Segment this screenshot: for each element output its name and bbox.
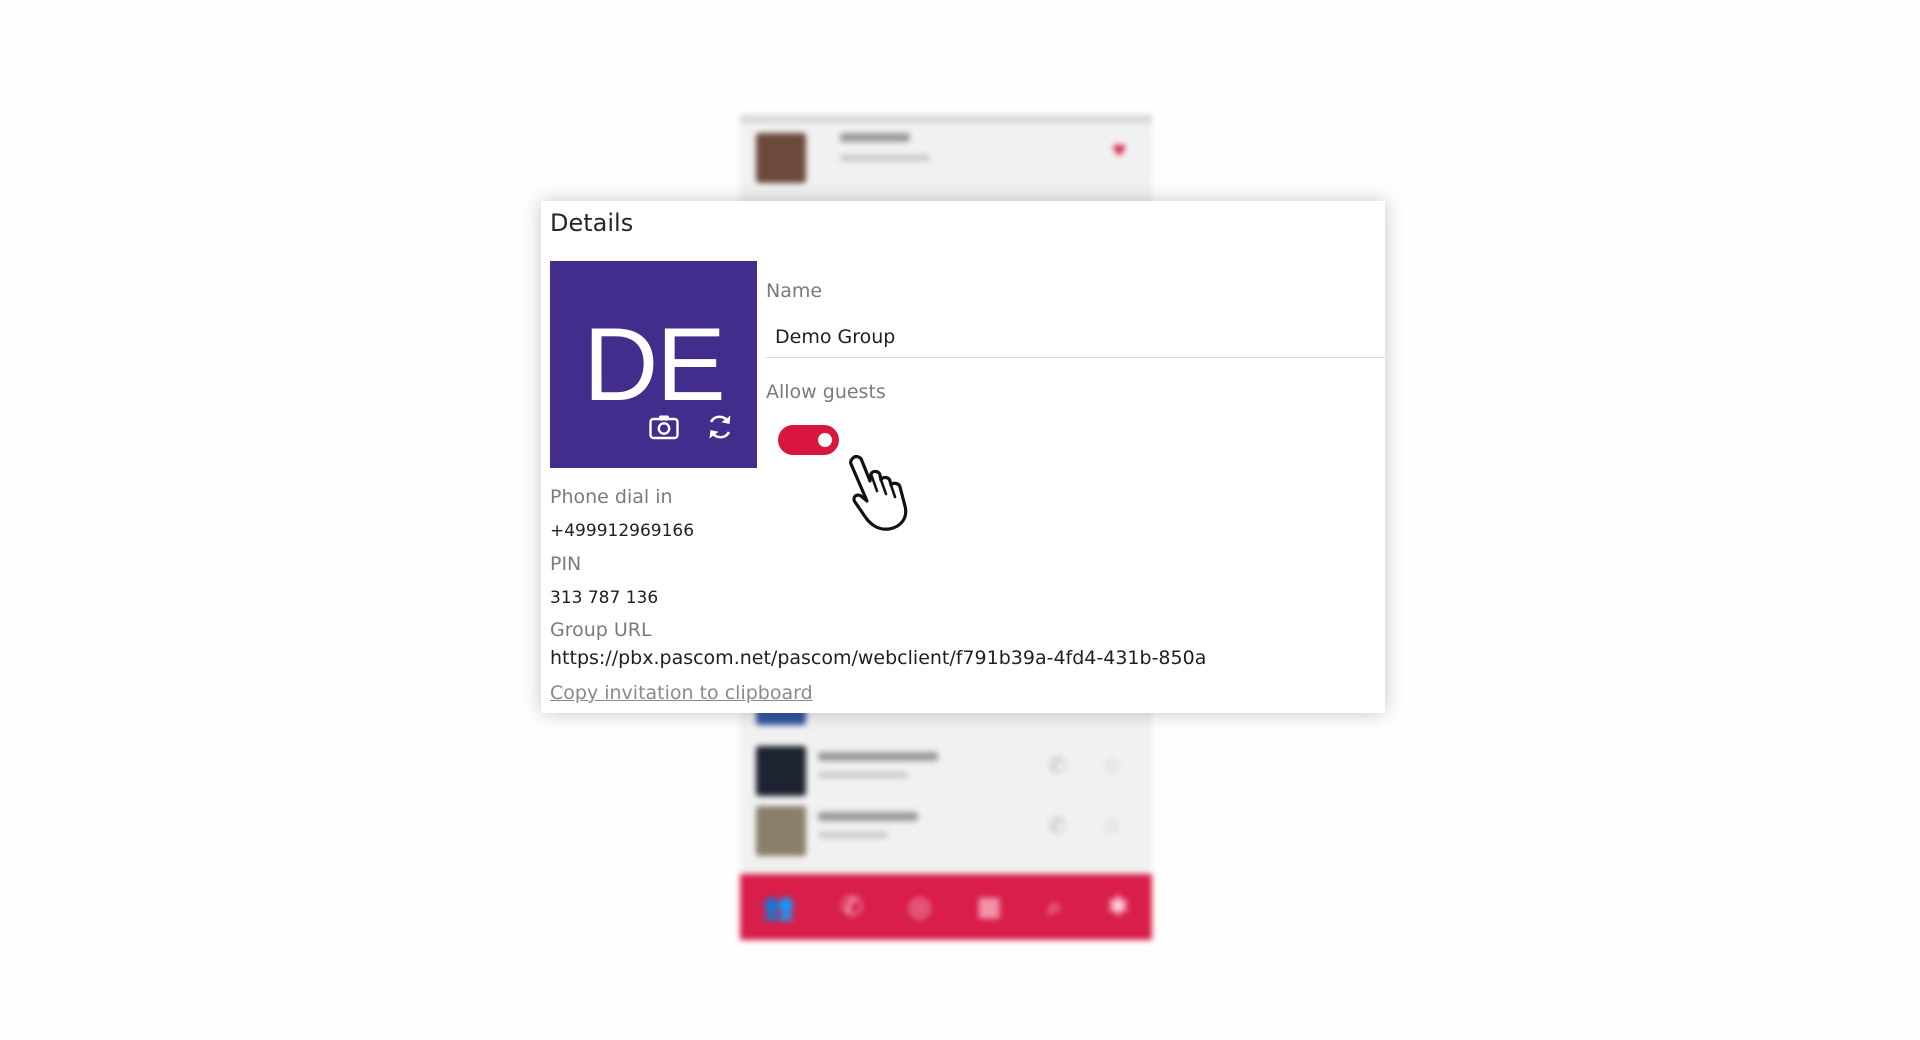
background-contact-avatar (756, 133, 806, 183)
search-icon: ⌕ (1047, 891, 1062, 922)
background-contact: ✆ ☆ (740, 740, 1152, 800)
reset-avatar-button[interactable] (703, 410, 737, 444)
background-bottom-nav: 👥 ✆ ◎ ▦ ⌕ ✱ (740, 874, 1152, 940)
background-heart-icon: ♥ (1112, 141, 1127, 160)
background-contact-avatar (756, 746, 806, 796)
hand-cursor-icon (849, 454, 908, 531)
change-photo-button[interactable] (647, 410, 681, 444)
allow-guests-label: Allow guests (766, 381, 886, 403)
copy-invitation-link[interactable]: Copy invitation to clipboard (550, 682, 813, 704)
avatar-initials: DE (583, 307, 725, 423)
background-phone-icon: ✆ (1048, 754, 1067, 779)
background-contact: ✆ ☆ (740, 800, 1152, 860)
background-contact-status (840, 155, 930, 161)
details-panel: Details DE Name Allow guest (541, 201, 1385, 713)
background-contact: ♥ (740, 127, 1152, 187)
background-phone-icon: ✆ (1048, 814, 1067, 839)
background-star-icon: ☆ (1102, 754, 1122, 779)
group-avatar: DE (550, 261, 757, 468)
camera-icon (649, 415, 679, 440)
allow-guests-toggle[interactable] (778, 425, 839, 455)
phone-dial-in-value: +499912969166 (550, 521, 695, 541)
chat-icon: ◎ (908, 892, 932, 922)
screen: ♥ ✆ ☆ ✆ ☆ 👥 ✆ ◎ ▦ ⌕ ✱ Details DE Name De… (0, 0, 1920, 1040)
panel-title: Details (550, 209, 634, 237)
name-label: Name (766, 280, 823, 302)
settings-icon: ✱ (1107, 892, 1130, 922)
contacts-icon: 👥 (762, 892, 796, 922)
background-contact-status (818, 772, 908, 778)
toggle-knob (818, 433, 832, 447)
address-book-icon: ▦ (976, 892, 1002, 922)
pin-label: PIN (550, 553, 582, 575)
phone-dial-in-label: Phone dial in (550, 486, 673, 508)
background-contact-name (840, 133, 910, 142)
refresh-icon (709, 415, 731, 439)
background-contact-name (818, 812, 918, 821)
background-top-bar (740, 115, 1152, 123)
background-star-icon: ☆ (1102, 814, 1122, 839)
group-url-label: Group URL (550, 619, 652, 641)
background-contact-status (818, 832, 888, 838)
background-contact-avatar (756, 806, 806, 856)
background-contact-name (818, 752, 938, 761)
group-url-value: https://pbx.pascom.net/pascom/webclient/… (550, 647, 1207, 669)
pin-value: 313 787 136 (550, 588, 659, 608)
phone-icon: ✆ (840, 892, 863, 922)
group-name-input[interactable] (766, 316, 1385, 358)
